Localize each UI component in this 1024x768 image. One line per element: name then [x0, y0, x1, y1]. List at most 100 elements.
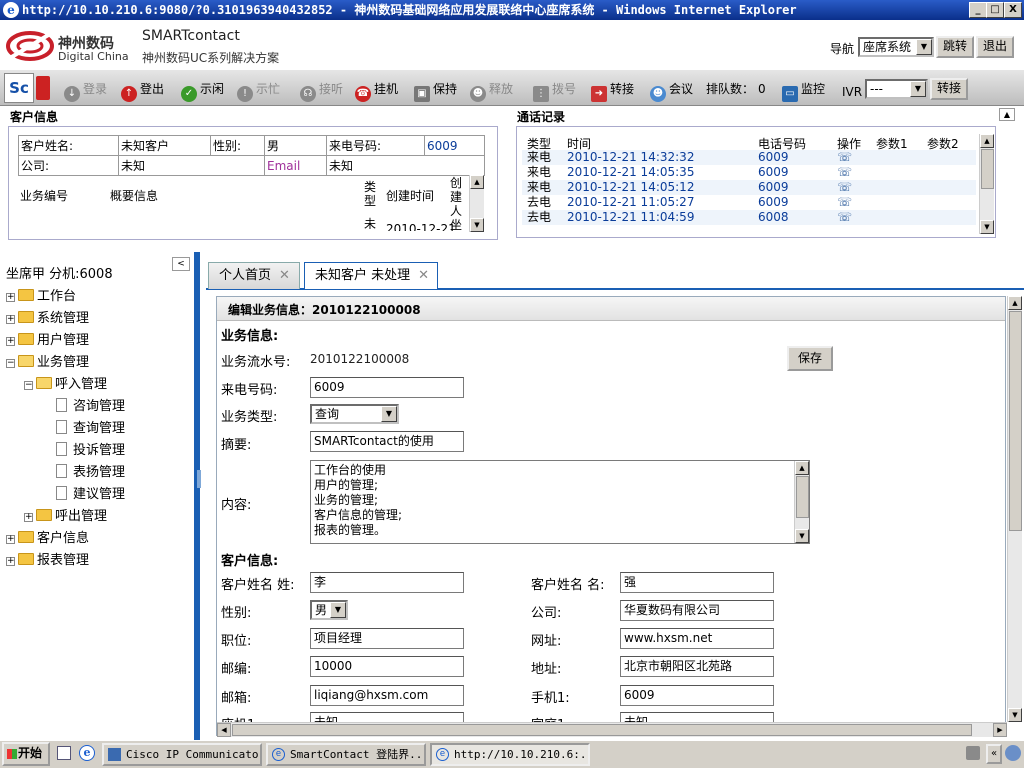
sidebar-item-suggestion[interactable]: 建议管理 — [56, 485, 125, 505]
sidebar-item-consult[interactable]: 咨询管理 — [56, 397, 125, 417]
close-tab-icon[interactable]: ✕ — [418, 268, 429, 283]
scroll-down-icon[interactable]: ▼ — [795, 529, 809, 543]
zip-field[interactable]: 10000 — [310, 656, 464, 677]
network-tray-icon[interactable] — [1005, 745, 1021, 761]
nav-select[interactable]: 座席系统 ▼ — [858, 37, 934, 57]
call-log-row[interactable]: 去电 2010-12-21 11:04:59 6008 ☏ — [522, 210, 976, 225]
sidebar-item-complaint[interactable]: 投诉管理 — [56, 441, 125, 461]
expand-icon[interactable]: + — [24, 513, 33, 522]
redial-icon[interactable]: ☏ — [837, 165, 852, 180]
ready-button[interactable]: ✓ 示闲 — [181, 80, 224, 102]
sidebar-item-workbench[interactable]: + 工作台 — [6, 287, 76, 307]
tray-expand-icon[interactable]: « — [986, 744, 1002, 764]
sidebar-item-reports[interactable]: + 报表管理 — [6, 551, 89, 571]
redial-icon[interactable]: ☏ — [837, 180, 852, 195]
mobile-field[interactable]: 6009 — [620, 685, 774, 706]
sidebar-collapse-icon[interactable]: < — [172, 257, 190, 271]
close-tab-icon[interactable]: ✕ — [279, 268, 290, 283]
maximize-button[interactable]: □ — [986, 2, 1004, 18]
ivr-select[interactable]: --- ▼ — [865, 79, 928, 99]
task-cisco[interactable]: Cisco IP Communicator — [102, 743, 262, 766]
company-field[interactable]: 华夏数码有限公司 — [620, 600, 774, 621]
logout-header-button[interactable]: 退出 — [976, 36, 1014, 58]
sidebar-item-business[interactable]: − 业务管理 — [6, 353, 89, 373]
scroll-left-icon[interactable]: ◀ — [217, 723, 231, 737]
scroll-thumb[interactable] — [796, 476, 809, 518]
scroll-down-icon[interactable]: ▼ — [1008, 708, 1022, 722]
expand-icon[interactable]: + — [6, 315, 15, 324]
tab-unknown-customer[interactable]: 未知客户 未处理 ✕ — [304, 262, 438, 289]
landline-field[interactable]: 未知 — [310, 712, 464, 722]
release-button[interactable]: ☻ 释放 — [470, 80, 513, 102]
scroll-right-icon[interactable]: ▶ — [993, 723, 1007, 737]
biz-list-scrollbar[interactable]: ▲ ▼ — [469, 175, 484, 232]
busy-button[interactable]: ! 示忙 — [237, 80, 280, 102]
address-field[interactable]: 北京市朝阳区北苑路 — [620, 656, 774, 677]
form-vertical-scrollbar[interactable]: ▲ ▼ — [1007, 296, 1022, 722]
scroll-thumb[interactable] — [232, 724, 972, 736]
position-field[interactable]: 项目经理 — [310, 628, 464, 649]
hangup-button[interactable]: ☎ 挂机 — [355, 80, 398, 102]
scroll-thumb[interactable] — [981, 149, 994, 189]
conference-button[interactable]: ☻ 会议 — [650, 80, 693, 102]
content-textarea[interactable]: 工作台的使用 用户的管理; 业务的管理; 客户信息的管理; 报表的管理。 — [310, 460, 810, 544]
sidebar-item-users[interactable]: + 用户管理 — [6, 331, 89, 351]
collapse-icon[interactable]: − — [24, 381, 33, 390]
scroll-up-icon[interactable]: ▲ — [795, 461, 809, 475]
transfer-tool-button[interactable]: ➜ 转接 — [591, 80, 634, 102]
content-scrollbar[interactable]: ▲ ▼ — [794, 461, 809, 543]
summary-field[interactable]: SMARTcontact的使用 — [310, 431, 464, 452]
scroll-up-icon[interactable]: ▲ — [1008, 296, 1022, 310]
show-desktop-icon[interactable] — [57, 746, 71, 760]
jump-button[interactable]: 跳转 — [936, 36, 974, 58]
website-field[interactable]: www.hxsm.net — [620, 628, 774, 649]
sidebar-item-outbound[interactable]: + 呼出管理 — [24, 507, 107, 527]
task-agent-system[interactable]: e http://10.10.210.6:... — [430, 743, 590, 766]
logoff-button[interactable]: ↑ 登出 — [121, 80, 164, 102]
sidebar-item-query[interactable]: 查询管理 — [56, 419, 125, 439]
expand-icon[interactable]: + — [6, 557, 15, 566]
splitter-handle[interactable] — [197, 470, 201, 488]
scroll-thumb[interactable] — [1009, 311, 1022, 531]
redial-icon[interactable]: ☏ — [837, 210, 852, 225]
sidebar-item-customers[interactable]: + 客户信息 — [6, 529, 89, 549]
ivr-transfer-button[interactable]: 转接 — [930, 78, 968, 100]
task-smartcontact-login[interactable]: e SmartContact 登陆界... — [266, 743, 426, 766]
tab-home[interactable]: 个人首页 ✕ — [208, 262, 300, 289]
ie-quicklaunch-icon[interactable]: e — [79, 745, 95, 761]
scroll-up-icon[interactable]: ▲ — [470, 175, 484, 189]
call-log-row[interactable]: 来电 2010-12-21 14:32:32 6009 ☏ — [522, 150, 976, 165]
sidebar-item-inbound[interactable]: − 呼入管理 — [24, 375, 107, 395]
redial-icon[interactable]: ☏ — [837, 195, 852, 210]
dial-button[interactable]: ⋮ 拨号 — [533, 80, 576, 102]
login-button[interactable]: ↓ 登录 — [64, 80, 107, 102]
home-field[interactable]: 未知 — [620, 712, 774, 722]
expand-icon[interactable]: + — [6, 337, 15, 346]
call-log-row[interactable]: 来电 2010-12-21 14:05:12 6009 ☏ — [522, 180, 976, 195]
redial-icon[interactable]: ☏ — [837, 150, 852, 165]
call-log-row[interactable]: 去电 2010-12-21 11:05:27 6009 ☏ — [522, 195, 976, 210]
answer-button[interactable]: ☊ 接听 — [300, 80, 343, 102]
gender-select[interactable]: 男 ▼ — [310, 600, 348, 620]
call-log-row[interactable]: 来电 2010-12-21 14:05:35 6009 ☏ — [522, 165, 976, 180]
start-button[interactable]: 开始 — [2, 742, 50, 766]
save-button[interactable]: 保存 — [787, 346, 833, 371]
email-field[interactable]: liqiang@hxsm.com — [310, 685, 464, 706]
given-name-field[interactable]: 强 — [620, 572, 774, 593]
biz-type-select[interactable]: 查询 ▼ — [310, 404, 399, 424]
sidebar-item-system[interactable]: + 系统管理 — [6, 309, 89, 329]
close-window-button[interactable]: X — [1004, 2, 1022, 18]
collapse-icon[interactable]: − — [6, 359, 15, 368]
scroll-down-icon[interactable]: ▼ — [980, 220, 994, 234]
call-log-scrollbar[interactable]: ▲ ▼ — [979, 134, 994, 234]
scroll-up-icon[interactable]: ▲ — [980, 134, 994, 148]
collapse-panel-icon[interactable]: ▲ — [999, 108, 1015, 121]
expand-icon[interactable]: + — [6, 293, 15, 302]
caller-field[interactable]: 6009 — [310, 377, 464, 398]
surname-field[interactable]: 李 — [310, 572, 464, 593]
monitor-button[interactable]: ▭ 监控 — [782, 80, 825, 102]
expand-icon[interactable]: + — [6, 535, 15, 544]
form-horizontal-scrollbar[interactable]: ◀ ▶ — [217, 722, 1007, 737]
minimize-button[interactable]: _ — [969, 2, 987, 18]
sidebar-item-praise[interactable]: 表扬管理 — [56, 463, 125, 483]
